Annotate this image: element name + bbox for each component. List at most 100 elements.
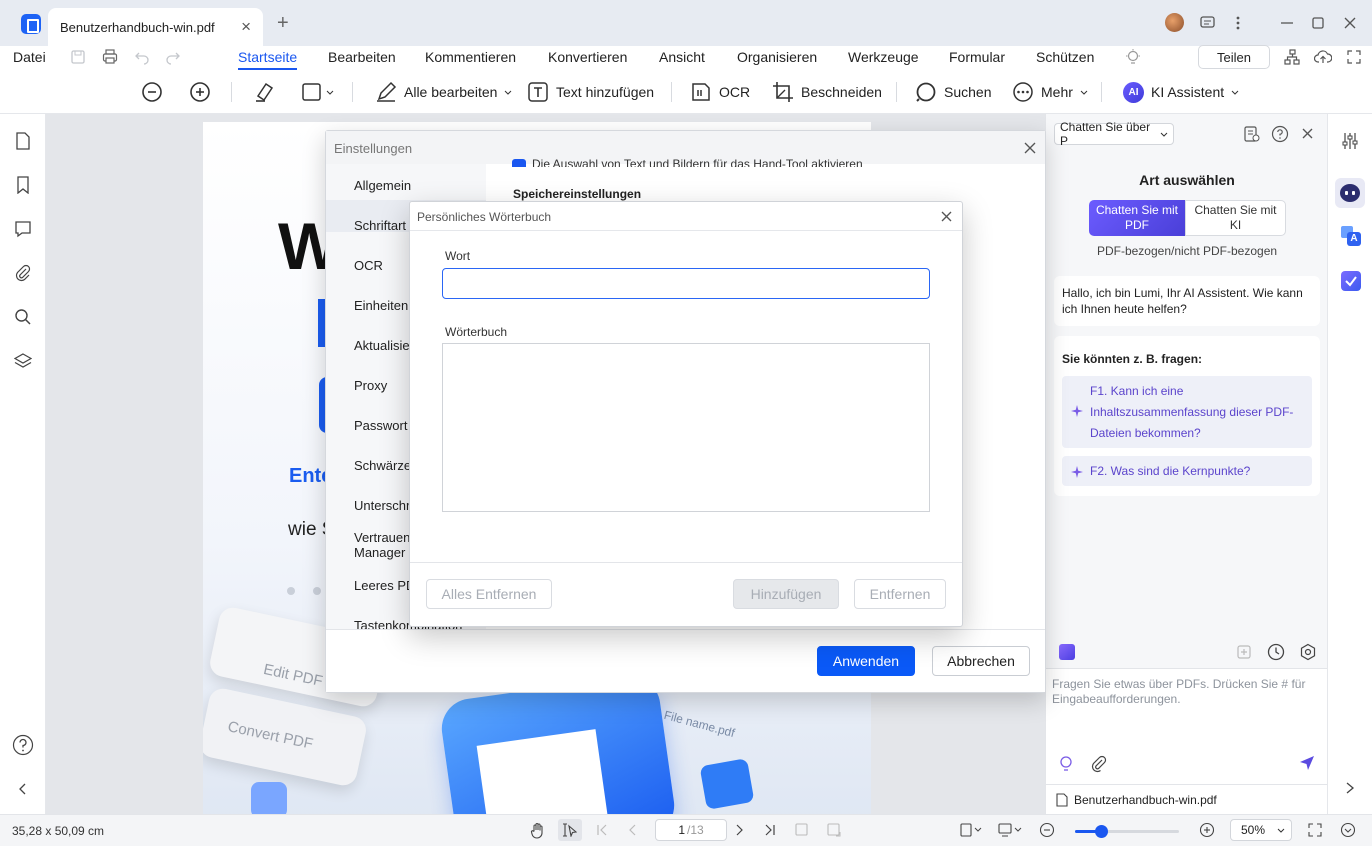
close-icon[interactable]: [1024, 142, 1036, 154]
avatar[interactable]: [1165, 13, 1184, 32]
help-icon[interactable]: [12, 734, 34, 756]
first-page-icon[interactable]: [596, 824, 608, 836]
collapse-right-icon[interactable]: [1342, 780, 1358, 796]
suggestion-q2[interactable]: F2. Was sind die Kernpunkte?: [1062, 456, 1312, 486]
select-tool-button[interactable]: [558, 819, 582, 841]
zoom-in-icon[interactable]: [1199, 822, 1215, 838]
fullscreen-icon[interactable]: [1308, 823, 1322, 837]
menu-file[interactable]: Datei: [13, 49, 46, 65]
shape-button[interactable]: [301, 80, 334, 104]
add-word-button[interactable]: Hinzufügen: [733, 579, 839, 609]
more-button[interactable]: Mehr: [1012, 80, 1088, 104]
menu-formular[interactable]: Formular: [949, 49, 1005, 65]
translate-icon[interactable]: A: [1341, 226, 1361, 246]
dictionary-list[interactable]: [442, 343, 930, 512]
new-chat-icon[interactable]: [1236, 643, 1254, 661]
close-tab-icon[interactable]: ×: [241, 17, 251, 37]
chat-input-area[interactable]: Fragen Sie etwas über PDFs. Drücken Sie …: [1046, 668, 1327, 784]
layout-icon[interactable]: [998, 823, 1022, 837]
checklist-icon[interactable]: [1341, 271, 1361, 291]
remove-word-button[interactable]: Entfernen: [854, 579, 946, 609]
ai-bot-icon[interactable]: [1335, 178, 1365, 208]
menu-kommentieren[interactable]: Kommentieren: [425, 49, 516, 65]
save-icon[interactable]: [70, 49, 86, 65]
chat-mode-dropdown[interactable]: Chatten Sie über P: [1054, 120, 1174, 148]
summary-icon[interactable]: [1244, 126, 1260, 142]
zoom-select[interactable]: 50%: [1230, 819, 1292, 841]
more-options-icon[interactable]: [1227, 12, 1249, 34]
new-tab-icon[interactable]: +: [277, 12, 289, 35]
cancel-button[interactable]: Abbrechen: [932, 646, 1030, 676]
page-view-icon[interactable]: [960, 823, 982, 837]
hand-tool-icon[interactable]: [530, 822, 546, 839]
ai-assistant-button[interactable]: AI KI Assistent: [1123, 80, 1239, 104]
checkbox-checked-icon[interactable]: [512, 159, 526, 167]
document-tab[interactable]: Benutzerhandbuch-win.pdf ×: [48, 8, 263, 46]
settings-nav-vertrauens-manager[interactable]: Vertrauens Manager: [354, 530, 417, 560]
suggestion-q1[interactable]: F1. Kann ich eine Inhaltszusammenfassung…: [1062, 376, 1312, 448]
close-panel-icon[interactable]: [1302, 128, 1313, 139]
collapse-left-icon[interactable]: [14, 780, 32, 798]
page-thumbnail-icon[interactable]: [14, 132, 32, 150]
maximize-icon[interactable]: [1307, 12, 1329, 34]
undo-icon[interactable]: [134, 49, 150, 65]
add-text-button[interactable]: Text hinzufügen: [527, 80, 654, 104]
settings-nav-allgemein[interactable]: Allgemein: [354, 178, 484, 193]
menu-schuetzen[interactable]: Schützen: [1036, 49, 1094, 65]
network-icon[interactable]: [1284, 49, 1300, 65]
properties-icon[interactable]: [1341, 132, 1359, 150]
help-icon[interactable]: [1271, 125, 1289, 143]
ocr-button[interactable]: OCR: [690, 80, 750, 104]
attach-icon[interactable]: [1090, 755, 1108, 773]
lightbulb-icon[interactable]: [1059, 755, 1073, 773]
menu-startseite[interactable]: Startseite: [238, 49, 297, 65]
fit-page-icon[interactable]: [827, 823, 841, 837]
zoom-out-button[interactable]: [141, 80, 163, 104]
print-icon[interactable]: [102, 49, 118, 65]
zoom-slider-knob[interactable]: [1095, 825, 1108, 838]
rotate-icon[interactable]: [795, 823, 809, 837]
comment-icon[interactable]: [14, 220, 32, 238]
feedback-icon[interactable]: [1196, 12, 1218, 34]
zoom-slider[interactable]: [1075, 825, 1179, 838]
apply-button[interactable]: Anwenden: [817, 646, 915, 676]
expand-icon[interactable]: [1346, 49, 1362, 65]
history-icon[interactable]: [1267, 643, 1285, 661]
search-button[interactable]: Suchen: [915, 80, 991, 104]
settings-hex-icon[interactable]: [1299, 643, 1317, 661]
menu-ansicht[interactable]: Ansicht: [659, 49, 705, 65]
hand-tool-selection-option[interactable]: Die Auswahl von Text und Bildern für das…: [512, 155, 863, 167]
last-page-icon[interactable]: [764, 824, 776, 836]
menu-konvertieren[interactable]: Konvertieren: [548, 49, 627, 65]
close-icon[interactable]: [941, 211, 952, 222]
menu-organisieren[interactable]: Organisieren: [737, 49, 817, 65]
redo-icon[interactable]: [165, 49, 181, 65]
send-icon[interactable]: [1299, 755, 1315, 771]
word-input[interactable]: [442, 268, 930, 299]
zoom-out-icon[interactable]: [1039, 822, 1055, 838]
remove-all-button[interactable]: Alles Entfernen: [426, 579, 552, 609]
highlight-button[interactable]: [253, 80, 275, 104]
page-number-field[interactable]: 1 /13: [655, 819, 727, 841]
menu-bearbeiten[interactable]: Bearbeiten: [328, 49, 396, 65]
mode-caption: PDF-bezogen/nicht PDF-bezogen: [1096, 244, 1278, 258]
lightbulb-icon[interactable]: [1125, 49, 1141, 67]
close-window-icon[interactable]: [1339, 12, 1361, 34]
search-icon[interactable]: [14, 308, 32, 326]
menu-werkzeuge[interactable]: Werkzeuge: [848, 49, 919, 65]
mode-ai-button[interactable]: Chatten Sie mit KI: [1185, 200, 1286, 236]
share-button[interactable]: Teilen: [1198, 45, 1270, 69]
cloud-upload-icon[interactable]: [1314, 49, 1332, 65]
bookmark-icon[interactable]: [14, 176, 32, 194]
collapse-status-icon[interactable]: [1340, 822, 1356, 838]
crop-button[interactable]: Beschneiden: [772, 80, 882, 104]
minimize-icon[interactable]: [1276, 12, 1298, 34]
attachment-icon[interactable]: [14, 264, 32, 282]
previous-page-icon[interactable]: [627, 824, 639, 836]
zoom-in-button[interactable]: [189, 80, 211, 104]
prompt-book-icon[interactable]: [1059, 644, 1075, 660]
mode-pdf-button[interactable]: Chatten Sie mit PDF: [1089, 200, 1185, 236]
layers-icon[interactable]: [14, 352, 32, 370]
edit-all-button[interactable]: Alle bearbeiten: [375, 80, 512, 104]
next-page-icon[interactable]: [733, 824, 745, 836]
